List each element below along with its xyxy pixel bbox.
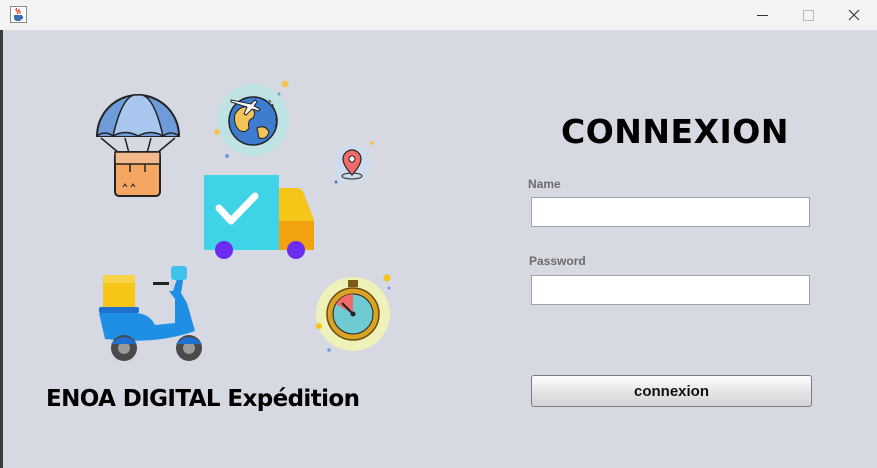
password-label: Password <box>529 254 586 268</box>
password-input[interactable] <box>532 276 809 304</box>
delivery-scooter-icon <box>99 266 202 361</box>
name-field[interactable] <box>531 197 810 227</box>
password-field[interactable] <box>531 275 810 305</box>
maximize-icon <box>802 9 814 21</box>
minimize-icon <box>756 14 768 16</box>
connexion-button[interactable]: connexion <box>531 375 812 407</box>
close-button[interactable] <box>831 0 877 30</box>
maximize-button[interactable] <box>785 0 831 30</box>
title-bar <box>0 0 877 30</box>
minimize-button[interactable] <box>739 0 785 30</box>
stopwatch-icon <box>316 274 391 352</box>
company-name: ENOA DIGITAL Expédition <box>46 386 360 412</box>
java-cup-icon <box>10 6 27 23</box>
name-label: Name <box>528 177 561 191</box>
name-input[interactable] <box>532 198 809 226</box>
location-pin-icon <box>333 141 374 184</box>
app-window: ENOA DIGITAL Expédition CONNEXION Name P… <box>0 0 877 468</box>
globe-airplane-icon <box>214 80 289 158</box>
close-icon <box>848 9 860 21</box>
login-panel: ENOA DIGITAL Expédition CONNEXION Name P… <box>3 30 877 468</box>
login-title: CONNEXION <box>561 112 789 151</box>
parachute-package-icon <box>95 94 181 197</box>
delivery-truck-check-icon <box>204 175 314 259</box>
